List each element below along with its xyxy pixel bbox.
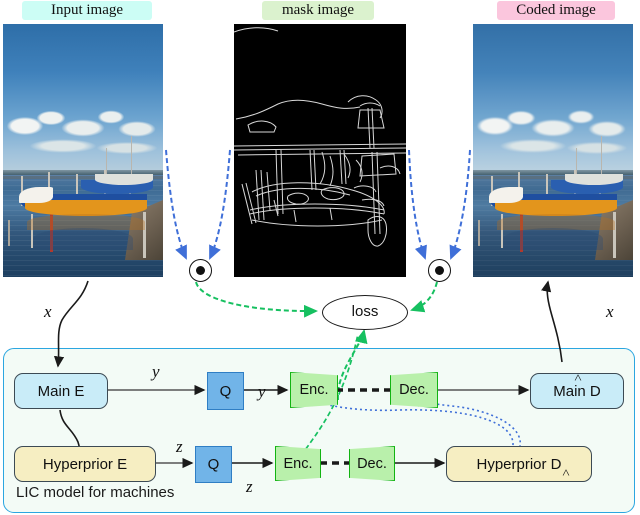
label-z: z (176, 437, 183, 456)
label-x: x (44, 302, 52, 321)
mask-image-photo (234, 24, 406, 277)
lic-model-caption: LIC model for machines (16, 484, 175, 501)
arrow-input-to-merge-left (165, 149, 231, 260)
loss-node: loss (322, 295, 408, 330)
caption-mask-image: mask image (262, 1, 374, 20)
arrow-coded-to-merge-right (408, 149, 471, 260)
input-image-photo (3, 24, 163, 277)
mask-edge-map (234, 24, 406, 277)
caption-input-image: Input image (22, 1, 152, 20)
block-entropy-decoder-hyper[interactable]: Dec. (349, 446, 395, 481)
coded-image-photo (473, 24, 633, 277)
block-hyperprior-encoder[interactable]: Hyperprior E (14, 446, 156, 482)
merge-operator-right-icon (428, 259, 451, 282)
label-x-hat: x (606, 302, 640, 322)
label-y: y (152, 362, 160, 381)
block-quantizer-hyper[interactable]: Q (195, 446, 232, 483)
arrow-merge-right-to-loss (410, 281, 438, 313)
block-main-encoder[interactable]: Main E (14, 373, 108, 409)
block-entropy-encoder-hyper[interactable]: Enc. (275, 446, 321, 481)
block-quantizer-main[interactable]: Q (207, 372, 244, 410)
caption-coded-image: Coded image (497, 1, 615, 20)
label-z-hat: z (246, 477, 640, 497)
merge-operator-left-icon (189, 259, 212, 282)
arrow-merge-left-to-loss (195, 281, 318, 318)
